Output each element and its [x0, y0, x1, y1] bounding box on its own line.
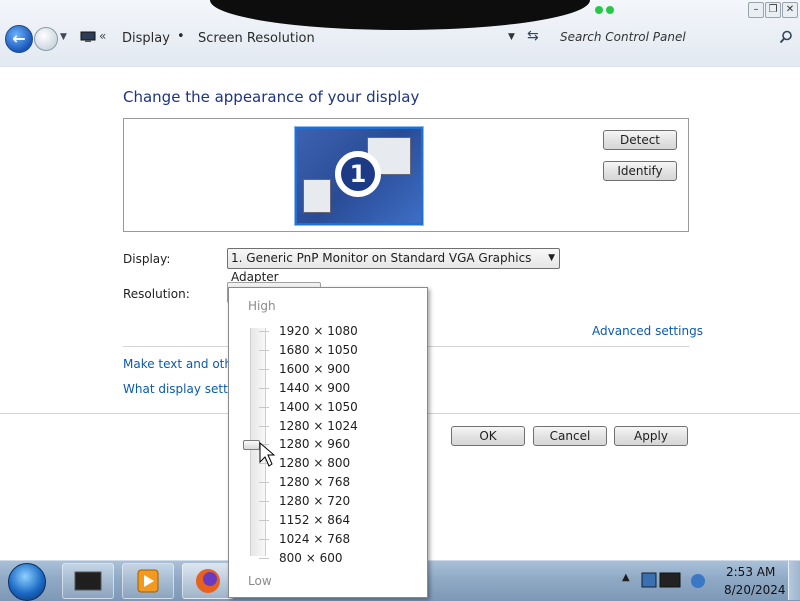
- display-select[interactable]: 1. Generic PnP Monitor on Standard VGA G…: [227, 248, 560, 284]
- slider-tick-mark: [259, 426, 269, 427]
- start-button[interactable]: [8, 563, 46, 601]
- system-tray-icons[interactable]: [640, 569, 720, 593]
- show-desktop-button[interactable]: [788, 561, 800, 600]
- address-bar: – ❐ ✕ ← ▼ « Display • Screen Resolution …: [0, 0, 800, 67]
- mini-window-graphic: [303, 179, 331, 213]
- resolution-dropdown: High 1920 × 1080 1680 × 1050 1600 × 900 144…: [228, 287, 428, 598]
- resolution-option[interactable]: 1400 × 1050: [279, 400, 358, 414]
- firefox-icon: [196, 569, 220, 593]
- resolution-option[interactable]: 1280 × 800: [279, 456, 350, 470]
- resolution-option[interactable]: 1024 × 768: [279, 532, 350, 546]
- chevron-down-icon: ▼: [548, 253, 555, 263]
- slider-tick-mark: [259, 501, 269, 502]
- restore-button[interactable]: ❐: [765, 2, 781, 18]
- minimize-button[interactable]: –: [748, 2, 764, 18]
- close-button[interactable]: ✕: [782, 2, 798, 18]
- display-select-value: 1. Generic PnP Monitor on Standard VGA G…: [231, 251, 532, 284]
- show-hidden-icons-icon[interactable]: ▲: [622, 572, 630, 583]
- indicator-light-icon: [595, 6, 625, 16]
- advanced-settings-link[interactable]: Advanced settings: [592, 324, 703, 338]
- control-panel-icon: [80, 31, 96, 42]
- resolution-option[interactable]: 1280 × 960: [279, 437, 350, 451]
- clock-time[interactable]: 2:53 AM: [726, 565, 775, 579]
- slider-low-label: Low: [248, 574, 272, 588]
- detect-button[interactable]: Detect: [603, 130, 677, 150]
- slider-high-label: High: [248, 299, 276, 313]
- slider-tick-mark: [259, 558, 269, 559]
- slider-tick-mark: [259, 350, 269, 351]
- slider-tick-mark: [259, 539, 269, 540]
- breadcrumb-display[interactable]: Display: [122, 31, 170, 46]
- breadcrumb-separator[interactable]: •: [177, 29, 185, 44]
- cancel-button[interactable]: Cancel: [533, 426, 607, 446]
- ok-button[interactable]: OK: [451, 426, 525, 446]
- resolution-option[interactable]: 1920 × 1080: [279, 324, 358, 338]
- refresh-icon[interactable]: ⇆: [527, 28, 539, 44]
- mouse-cursor-icon: [259, 442, 275, 467]
- taskbar-firefox[interactable]: [182, 563, 234, 599]
- resolution-option[interactable]: 1280 × 1024: [279, 419, 358, 433]
- resolution-option[interactable]: 1280 × 720: [279, 494, 350, 508]
- text-size-link[interactable]: Make text and other: [123, 357, 244, 371]
- resolution-option[interactable]: 1600 × 900: [279, 362, 350, 376]
- taskbar-media-center[interactable]: [62, 563, 114, 599]
- forward-button[interactable]: [34, 27, 58, 51]
- display-label: Display:: [123, 252, 171, 266]
- resolution-slider-thumb[interactable]: [243, 440, 260, 450]
- breadcrumb-screen-resolution[interactable]: Screen Resolution: [198, 31, 315, 46]
- monitor-1-thumbnail[interactable]: 1: [295, 127, 423, 225]
- apply-button[interactable]: Apply: [614, 426, 688, 446]
- monitor-number-badge: 1: [335, 151, 381, 197]
- screen-bezel-notch: [210, 0, 614, 30]
- address-dropdown-icon[interactable]: ▼: [508, 32, 515, 42]
- slider-tick-mark: [259, 388, 269, 389]
- identify-button[interactable]: Identify: [603, 161, 677, 181]
- resolution-option[interactable]: 1680 × 1050: [279, 343, 358, 357]
- slider-tick-mark: [259, 482, 269, 483]
- search-input[interactable]: Search Control Panel: [560, 30, 686, 44]
- taskbar-media-player[interactable]: [122, 563, 174, 599]
- history-dropdown-icon[interactable]: ▼: [60, 32, 67, 42]
- overflow-chevron[interactable]: «: [99, 29, 106, 43]
- clock-date[interactable]: 8/20/2024: [724, 583, 786, 597]
- resolution-option[interactable]: 1440 × 900: [279, 381, 350, 395]
- search-icon[interactable]: [779, 30, 793, 44]
- media-center-icon: [74, 571, 102, 591]
- media-player-icon: [137, 569, 159, 593]
- slider-tick-mark: [259, 369, 269, 370]
- back-button[interactable]: ←: [5, 25, 33, 53]
- resolution-option[interactable]: 1280 × 768: [279, 475, 350, 489]
- slider-tick-mark: [259, 407, 269, 408]
- resolution-option[interactable]: 1152 × 864: [279, 513, 350, 527]
- slider-tick-mark: [259, 520, 269, 521]
- slider-tick-mark: [259, 331, 269, 332]
- page-title: Change the appearance of your display: [123, 88, 420, 106]
- resolution-option[interactable]: 800 × 600: [279, 551, 343, 565]
- resolution-label: Resolution:: [123, 287, 190, 301]
